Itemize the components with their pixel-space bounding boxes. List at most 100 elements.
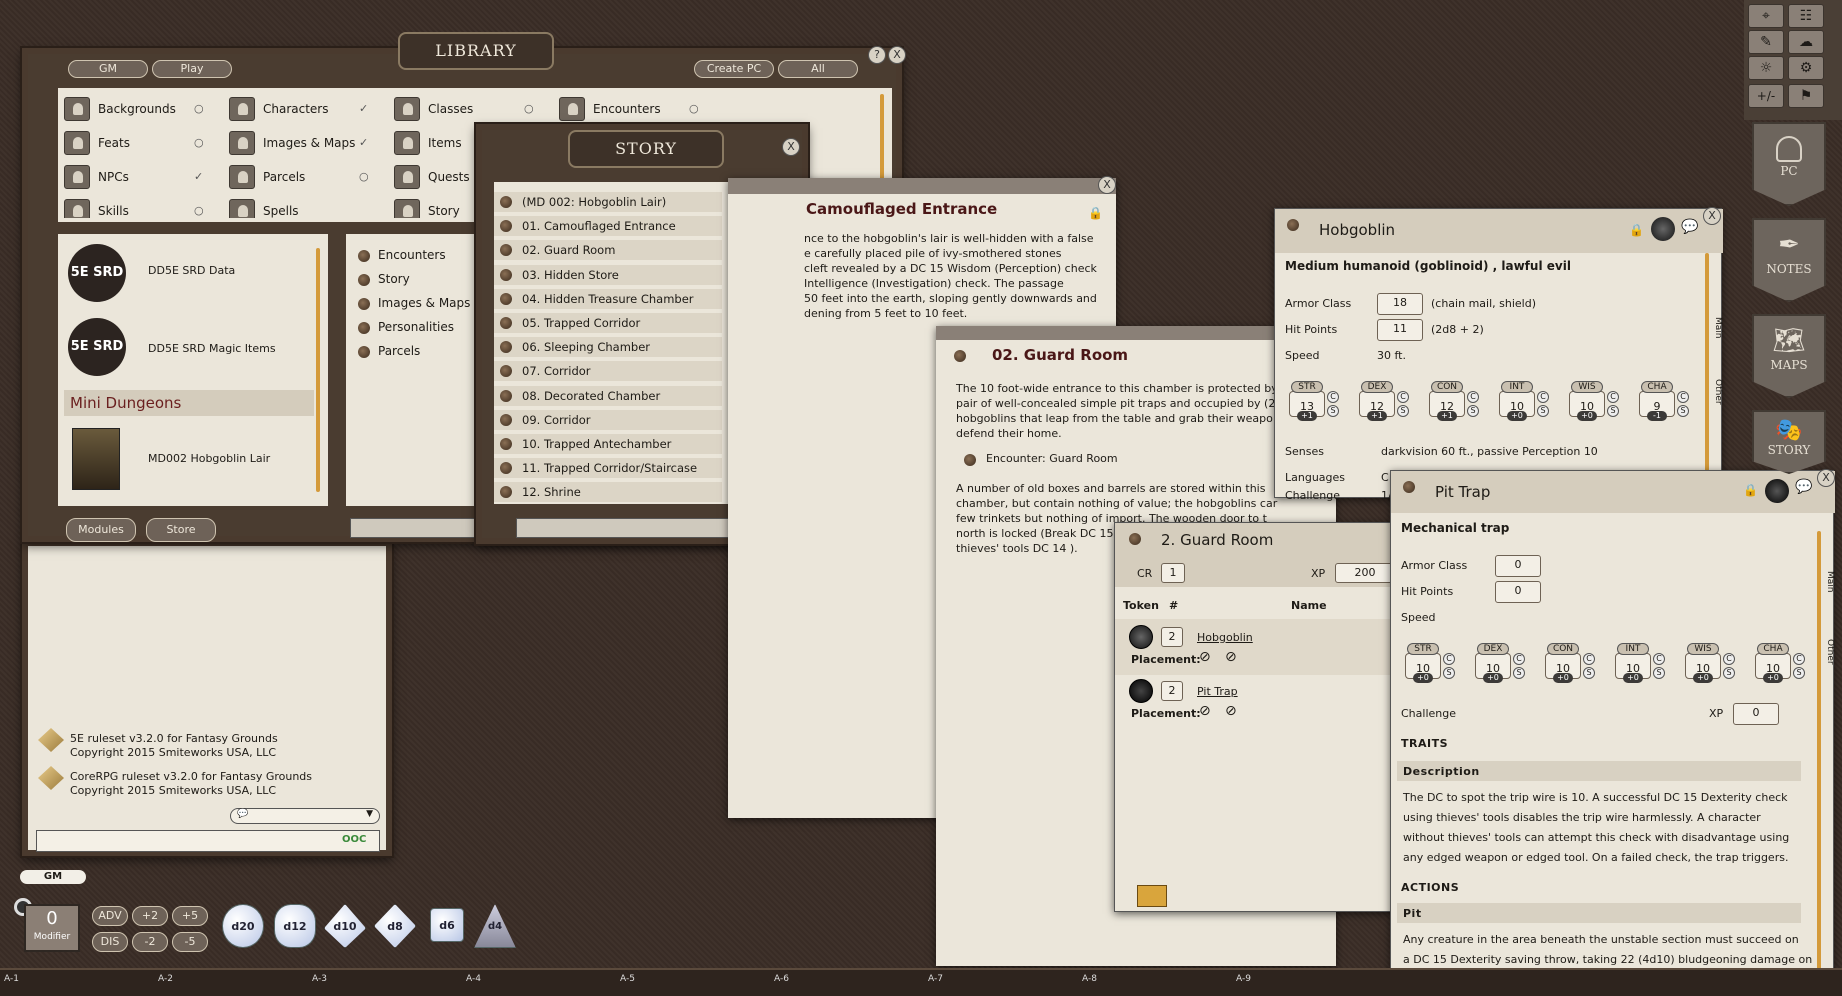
placement-check-icon[interactable]: ⊘ <box>1225 703 1237 719</box>
save-roll-icon[interactable]: S <box>1677 405 1689 417</box>
pit-trap-count[interactable]: 2 <box>1161 681 1183 701</box>
cr-value[interactable]: 1 <box>1161 563 1185 583</box>
play-button[interactable]: Play <box>152 60 232 78</box>
chat-identity-select[interactable]: 💬 ▼ <box>230 808 380 824</box>
pit-scrollbar[interactable] <box>1817 531 1821 991</box>
placement-check-icon[interactable]: ⊘ <box>1199 649 1211 665</box>
save-roll-icon[interactable]: S <box>1607 405 1619 417</box>
ability-score[interactable]: 10 CON +0 C S <box>1545 643 1595 683</box>
hobgoblin-token-icon[interactable] <box>1129 625 1153 649</box>
story-list-item[interactable]: 03. Hidden Store <box>494 264 722 285</box>
check-roll-icon[interactable]: C <box>1653 653 1665 665</box>
module-md002[interactable]: MD002 Hobgoblin Lair <box>148 452 270 465</box>
xp-value[interactable]: 200 <box>1335 563 1395 583</box>
dis-button[interactable]: DIS <box>92 932 128 952</box>
light-icon[interactable]: ☼ <box>1748 56 1784 80</box>
close-pit-trap-button[interactable]: X <box>1817 469 1835 487</box>
story-list-item[interactable]: 09. Corridor <box>494 409 722 430</box>
library-category-item[interactable]: Characters ✓ <box>229 94 389 124</box>
save-roll-icon[interactable]: S <box>1723 667 1735 679</box>
category-share-icon[interactable]: ✓ <box>359 128 368 158</box>
minus5-button[interactable]: -5 <box>172 932 208 952</box>
ability-score[interactable]: 13 STR +1 C S <box>1289 381 1339 421</box>
minus2-button[interactable]: -2 <box>132 932 168 952</box>
check-roll-icon[interactable]: C <box>1513 653 1525 665</box>
ability-score[interactable]: 10 INT +0 C S <box>1615 643 1665 683</box>
hobgoblin-link[interactable]: Hobgoblin <box>1197 631 1253 644</box>
save-roll-icon[interactable]: S <box>1443 667 1455 679</box>
chat-input[interactable] <box>36 830 380 852</box>
assets-icon[interactable]: ☁ <box>1788 30 1824 54</box>
hp-value[interactable]: 0 <box>1495 581 1541 603</box>
ability-score[interactable]: 10 DEX +0 C S <box>1475 643 1525 683</box>
party-icon[interactable]: ⚑ <box>1788 84 1824 108</box>
hp-value[interactable]: 11 <box>1377 319 1423 341</box>
ability-score[interactable]: 10 INT +0 C S <box>1499 381 1549 421</box>
close-hobgoblin-button[interactable]: X <box>1703 207 1721 225</box>
save-roll-icon[interactable]: S <box>1793 667 1805 679</box>
encounter-link-icon[interactable] <box>964 454 976 466</box>
combat-tracker-icon[interactable]: ☷ <box>1788 4 1824 28</box>
pc-sidebar-button[interactable]: PC <box>1752 122 1826 206</box>
story-list-item[interactable]: 04. Hidden Treasure Chamber <box>494 288 722 309</box>
library-category-item[interactable]: NPCs ✓ <box>64 162 224 192</box>
check-roll-icon[interactable]: C <box>1443 653 1455 665</box>
check-roll-icon[interactable]: C <box>1467 391 1479 403</box>
encounter-link[interactable]: Encounter: Guard Room <box>986 452 1118 465</box>
ability-score[interactable]: 9 CHA -1 C S <box>1639 381 1689 421</box>
ability-score[interactable]: 10 WIS +0 C S <box>1569 381 1619 421</box>
story-list-item[interactable]: 05. Trapped Corridor <box>494 313 722 333</box>
d4-icon[interactable]: d4 <box>474 904 516 948</box>
library-category-item[interactable]: Backgrounds ○ <box>64 94 224 124</box>
library-category-item[interactable]: Spells <box>229 196 389 218</box>
tab-other[interactable]: Other <box>1709 379 1723 405</box>
plus2-button[interactable]: +2 <box>132 906 168 926</box>
story-list-item[interactable]: 01. Camouflaged Entrance <box>494 216 722 237</box>
story-list-item[interactable]: 11. Trapped Corridor/Staircase <box>494 458 722 479</box>
ac-value[interactable]: 18 <box>1377 293 1423 315</box>
lock-icon[interactable]: 🔒 <box>1088 206 1103 220</box>
plus5-button[interactable]: +5 <box>172 906 208 926</box>
ability-score[interactable]: 10 CHA +0 C S <box>1755 643 1805 683</box>
category-share-icon[interactable]: ○ <box>359 162 369 192</box>
npc-token-icon[interactable] <box>1765 479 1789 503</box>
d6-icon[interactable]: d6 <box>430 908 464 942</box>
all-button[interactable]: All <box>778 60 858 78</box>
category-share-icon[interactable]: ✓ <box>359 94 368 124</box>
check-roll-icon[interactable]: C <box>1327 391 1339 403</box>
placement-check-icon[interactable]: ⊘ <box>1225 649 1237 665</box>
help-button[interactable]: ? <box>868 46 886 64</box>
close-camouflaged-button[interactable]: X <box>1098 176 1116 194</box>
story-list-item[interactable]: 06. Sleeping Chamber <box>494 337 722 358</box>
library-category-item[interactable]: Classes ○ <box>394 94 554 124</box>
category-share-icon[interactable]: ○ <box>524 94 534 124</box>
mail-icon[interactable] <box>1137 885 1167 907</box>
d8-icon[interactable]: d8 <box>374 904 416 948</box>
library-category-item[interactable]: Feats ○ <box>64 128 224 158</box>
ability-score[interactable]: 12 CON +1 C S <box>1429 381 1479 421</box>
check-roll-icon[interactable]: C <box>1677 391 1689 403</box>
library-category-item[interactable]: Encounters ○ <box>559 94 719 124</box>
save-roll-icon[interactable]: S <box>1653 667 1665 679</box>
library-category-item[interactable]: Parcels ○ <box>229 162 389 192</box>
gm-button[interactable]: GM <box>68 60 148 78</box>
category-share-icon[interactable]: ○ <box>194 94 204 124</box>
ooc-toggle[interactable]: OOC <box>342 834 366 845</box>
d12-icon[interactable]: d12 <box>274 904 316 948</box>
check-roll-icon[interactable]: C <box>1723 653 1735 665</box>
npc-token-icon[interactable] <box>1651 217 1675 241</box>
lock-icon[interactable]: 🔒 <box>1743 483 1758 497</box>
modules-button[interactable]: Modules <box>66 518 136 542</box>
adv-button[interactable]: ADV <box>92 906 128 926</box>
category-share-icon[interactable]: ○ <box>689 94 699 124</box>
create-pc-button[interactable]: Create PC <box>694 60 774 78</box>
save-roll-icon[interactable]: S <box>1583 667 1595 679</box>
check-roll-icon[interactable]: C <box>1793 653 1805 665</box>
story-list-item[interactable]: 12. Shrine <box>494 482 722 503</box>
hobgoblin-count[interactable]: 2 <box>1161 627 1183 647</box>
module-srd-data[interactable]: DD5E SRD Data <box>148 264 235 277</box>
check-roll-icon[interactable]: C <box>1397 391 1409 403</box>
ability-score[interactable]: 10 WIS +0 C S <box>1685 643 1735 683</box>
check-roll-icon[interactable]: C <box>1537 391 1549 403</box>
check-roll-icon[interactable]: C <box>1583 653 1595 665</box>
